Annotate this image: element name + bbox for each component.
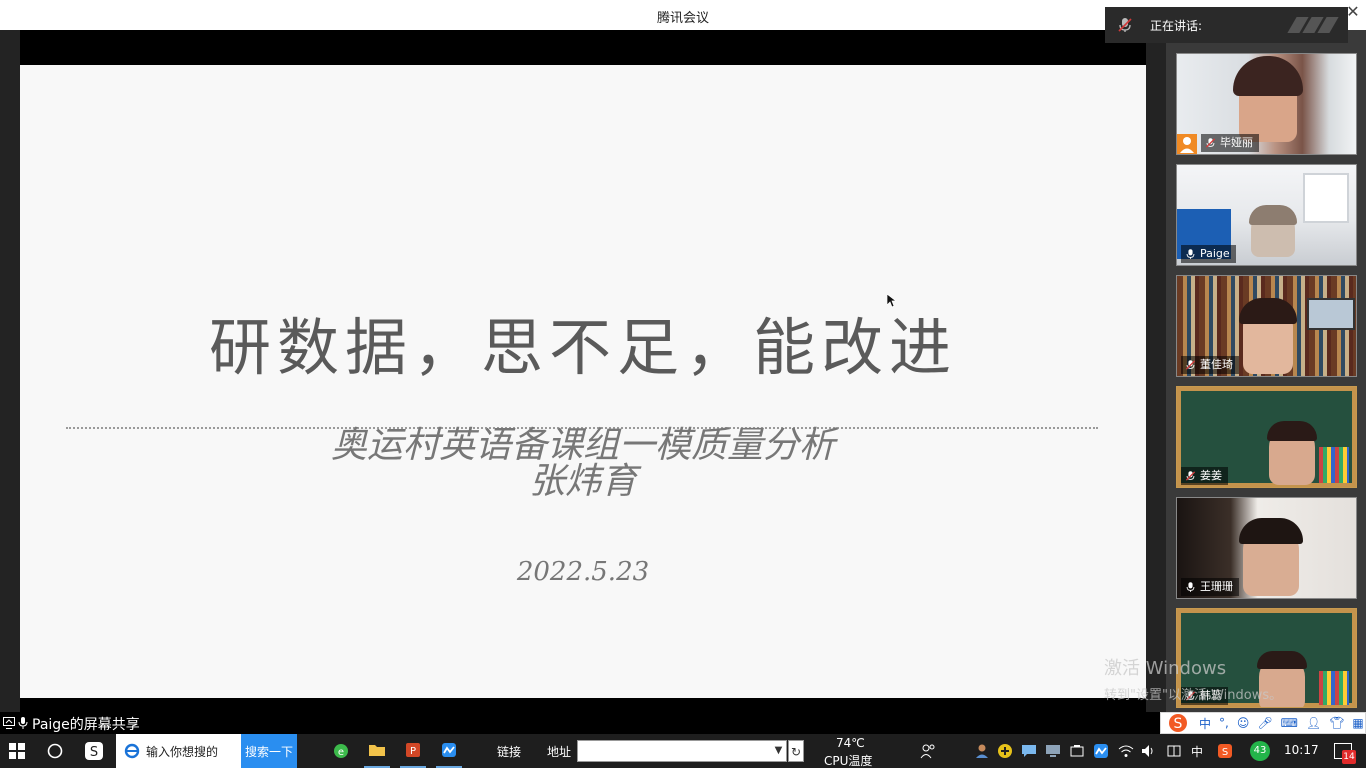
participant-name-tag: 董佳琦 xyxy=(1181,356,1239,374)
speaking-label: 正在讲话: xyxy=(1150,19,1203,33)
stage-letterbox-bottom xyxy=(20,698,1146,712)
screen-share-label: Paige的屏幕共享 xyxy=(32,717,140,733)
mouse-cursor-icon xyxy=(886,293,898,312)
search-button[interactable]: 搜索一下 xyxy=(241,734,297,768)
wifi-icon[interactable] xyxy=(1118,743,1134,759)
tray-plus-icon[interactable] xyxy=(997,743,1013,759)
tencent-meeting-button[interactable] xyxy=(436,734,462,768)
punctuation-icon[interactable]: °, xyxy=(1219,716,1229,730)
device-icon[interactable] xyxy=(1069,743,1085,759)
ime-toolbar[interactable]: S 中 °, ☺ 🎤︎ ⌨ 👤︎ 👕︎ ▦ xyxy=(1160,712,1366,734)
emoji-icon[interactable]: ☺ xyxy=(1237,716,1250,730)
sogou-app-button[interactable]: S xyxy=(78,734,110,768)
slide-date: 2022.5.23 xyxy=(516,557,650,587)
input-language-indicator[interactable]: 中 xyxy=(1191,743,1203,760)
slide-title: 研数据，思不足，能改进 xyxy=(208,311,957,384)
tray-user-icon[interactable] xyxy=(974,743,990,759)
participant-name-tag: 姜姜 xyxy=(1181,467,1228,485)
muted-mic-icon xyxy=(1118,18,1132,32)
cpu-temperature: 74℃ xyxy=(836,736,865,750)
mic-icon xyxy=(18,717,28,729)
participant-name: Paige xyxy=(1200,247,1230,260)
toolbox-icon[interactable]: ▦ xyxy=(1352,716,1363,730)
close-icon[interactable]: ✕ xyxy=(1344,3,1362,21)
participant-name: 王珊珊 xyxy=(1200,580,1233,593)
muted-mic-icon xyxy=(1205,138,1216,148)
taskbar-search-input[interactable]: 输入你想搜的 xyxy=(116,734,241,768)
powerpoint-button[interactable]: P xyxy=(400,734,426,768)
mic-icon xyxy=(1186,582,1195,592)
slide-author: 张炜育 xyxy=(528,461,637,502)
cortana-button[interactable] xyxy=(40,734,70,768)
chat-icon[interactable] xyxy=(1021,743,1037,759)
participant-name: 董佳琦 xyxy=(1200,358,1233,371)
search-placeholder: 输入你想搜的 xyxy=(146,744,219,759)
sogou-tray-icon[interactable]: S xyxy=(1217,743,1233,759)
participant-tile[interactable]: 王珊珊 xyxy=(1176,497,1357,599)
address-toolbar-label: 地址 xyxy=(547,745,572,759)
participant-tile[interactable]: 毕娅丽 xyxy=(1176,53,1357,155)
ime-mode-indicator[interactable]: 中 xyxy=(1199,715,1211,732)
participant-tile[interactable]: 姜姜 xyxy=(1176,386,1357,488)
muted-mic-icon xyxy=(1185,360,1196,370)
svg-text:S: S xyxy=(1174,716,1183,732)
browser-app-button[interactable]: e xyxy=(328,734,354,768)
screen: 腾讯会议 研数据，思不足，能改进 奥运村英语备课组一模质量分析 张炜育 2022… xyxy=(0,0,1366,768)
cpu-temperature-label: CPU温度 xyxy=(824,754,873,768)
screen-share-icon xyxy=(3,717,15,729)
clock[interactable]: 10:17 xyxy=(1284,743,1319,757)
svg-text:e: e xyxy=(338,747,344,758)
user-icon[interactable]: 👤︎ xyxy=(1306,716,1321,730)
windows-logo-icon xyxy=(9,743,25,759)
address-input[interactable] xyxy=(577,740,787,762)
tencent-meeting-tray-icon[interactable] xyxy=(1093,743,1109,759)
taskbar: S 输入你想搜的 搜索一下 e P 链接 地址 ▼ ↻ 74℃ CPU温度 中 … xyxy=(0,734,1366,768)
browser-icon: e xyxy=(334,744,348,758)
speaking-level-icon xyxy=(1287,17,1339,33)
svg-text:P: P xyxy=(410,746,416,757)
file-explorer-button[interactable] xyxy=(364,734,390,768)
slide-subtitle: 奥运村英语备课组一模质量分析 xyxy=(330,425,835,466)
participant-name: 姜姜 xyxy=(1200,469,1222,482)
tencent-meeting-icon xyxy=(442,743,456,757)
folder-icon xyxy=(369,745,385,756)
watermark-title: 激活 Windows xyxy=(1104,658,1227,679)
stage-letterbox-top xyxy=(20,30,1146,65)
speaking-indicator: 正在讲话: xyxy=(1105,7,1348,43)
cortana-circle-icon xyxy=(47,743,63,759)
people-icon[interactable] xyxy=(920,743,936,759)
muted-mic-icon xyxy=(1185,471,1196,481)
participant-name-tag: 毕娅丽 xyxy=(1201,134,1259,152)
participant-tile[interactable]: 董佳琦 xyxy=(1176,275,1357,377)
participant-tile[interactable]: Paige xyxy=(1176,164,1357,266)
notification-count-badge: 14 xyxy=(1342,750,1356,764)
participant-name: 毕娅丽 xyxy=(1220,136,1253,149)
presentation-slide: 研数据，思不足，能改进 奥运村英语备课组一模质量分析 张炜育 2022.5.23 xyxy=(20,65,1146,698)
ie-logo-icon xyxy=(124,743,140,759)
keyboard-icon[interactable]: ⌨ xyxy=(1281,716,1298,730)
shared-screen-stage: 研数据，思不足，能改进 奥运村英语备课组一模质量分析 张炜育 2022.5.23 xyxy=(0,30,1166,712)
mic-icon xyxy=(1186,249,1195,259)
links-toolbar-label[interactable]: 链接 xyxy=(497,743,521,760)
voice-input-icon[interactable]: 🎤︎ xyxy=(1257,716,1272,730)
sogou-app-icon: S xyxy=(85,742,103,760)
monitor-icon[interactable] xyxy=(1045,743,1061,759)
svg-text:S: S xyxy=(90,745,98,760)
svg-text:S: S xyxy=(1222,747,1228,758)
participant-name-tag: Paige xyxy=(1181,245,1236,263)
skin-icon[interactable]: 👕︎ xyxy=(1329,716,1344,730)
chevron-down-icon[interactable]: ▼ xyxy=(770,740,787,762)
start-button[interactable] xyxy=(0,734,34,768)
volume-icon[interactable] xyxy=(1140,743,1156,759)
refresh-icon[interactable]: ↻ xyxy=(788,740,804,762)
powerpoint-icon: P xyxy=(406,743,420,757)
participant-name-tag: 王珊珊 xyxy=(1181,578,1239,596)
watermark-subtitle: 转到"设置"以激活 Windows。 xyxy=(1104,688,1283,703)
input-panel-icon[interactable] xyxy=(1166,743,1182,759)
avatar-icon xyxy=(1177,134,1197,154)
sogou-logo-icon: S xyxy=(1169,714,1187,732)
activation-watermark: 激活 Windows 转到"设置"以激活 Windows。 xyxy=(1104,654,1282,703)
tray-count-badge[interactable]: 43 xyxy=(1250,741,1270,761)
